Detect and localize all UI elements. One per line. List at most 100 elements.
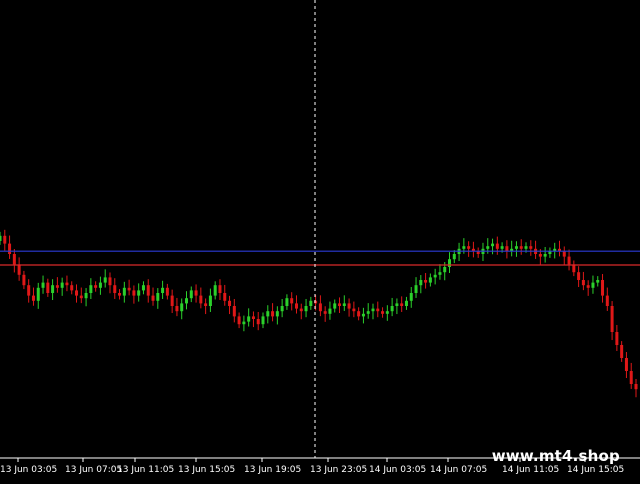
candle-body: [27, 285, 31, 296]
candle-body: [591, 282, 595, 288]
candle-body: [400, 303, 404, 306]
candle-body: [251, 316, 255, 319]
candle-body: [347, 303, 351, 309]
candle-body: [605, 295, 609, 306]
candle-body: [610, 306, 614, 332]
candle-body: [285, 298, 289, 306]
candle-body: [596, 280, 600, 283]
candle-body: [165, 287, 169, 296]
candle-body: [94, 285, 98, 288]
candle-body: [46, 282, 50, 293]
candle-body: [448, 259, 452, 267]
candle-body: [390, 306, 394, 312]
candle-body: [208, 295, 212, 306]
candle-body: [328, 308, 332, 314]
candle-body: [586, 285, 590, 288]
candle-body: [75, 290, 79, 296]
candle-body: [419, 280, 423, 286]
candle-body: [443, 267, 447, 273]
candle-body: [452, 254, 456, 260]
candle-body: [486, 246, 490, 249]
time-tick-label: 13 Jun 23:05: [310, 465, 367, 475]
candle-body: [228, 300, 232, 306]
candle-body: [8, 243, 12, 254]
candle-body: [156, 293, 160, 301]
candle-body: [118, 293, 122, 296]
time-tick-label: 14 Jun 03:05: [369, 465, 426, 475]
candle-body: [629, 371, 633, 384]
candle-body: [180, 303, 184, 312]
candle-body: [438, 272, 442, 275]
candle-body: [519, 246, 523, 249]
candle-body: [12, 254, 16, 265]
candle-body: [514, 246, 518, 249]
time-tick-label: 13 Jun 15:05: [178, 465, 235, 475]
time-tick-label: 14 Jun 15:05: [567, 465, 624, 475]
time-tick-label: 13 Jun 19:05: [244, 465, 301, 475]
candle-body: [79, 295, 83, 299]
candle-body: [577, 272, 581, 280]
candle-body: [247, 316, 251, 322]
chart-canvas: 13 Jun 03:05 13 Jun 07:0513 Jun 11:05 13 J…: [0, 0, 640, 475]
candle-body: [280, 306, 284, 312]
candle-body: [529, 246, 533, 249]
candle-body: [428, 277, 432, 283]
candle-body: [122, 287, 126, 296]
candle-body: [290, 298, 294, 304]
time-tick-label: 13 Jun 11:05: [117, 465, 174, 475]
candle-body: [113, 285, 117, 293]
candle-body: [409, 293, 413, 301]
price-chart[interactable]: 13 Jun 03:05 13 Jun 07:05 13 Jun 11:05 13 J…: [0, 0, 640, 480]
candle-body: [151, 295, 155, 301]
candle-body: [194, 290, 198, 296]
candle-body: [89, 285, 93, 293]
candle-body: [433, 274, 437, 278]
candle-body: [318, 303, 322, 312]
candle-body: [146, 285, 150, 296]
candle-body: [41, 282, 45, 288]
time-tick-label: 14 Jun 07:05: [430, 465, 487, 475]
candle-body: [467, 246, 471, 249]
candle-body: [404, 300, 408, 306]
candle-body: [294, 303, 298, 309]
candle-body: [199, 295, 203, 304]
candle-body: [567, 256, 571, 265]
candle-body: [51, 285, 55, 293]
candle-body: [137, 290, 141, 296]
candle-body: [624, 358, 628, 371]
candle-body: [299, 308, 303, 312]
candle-body: [376, 308, 380, 312]
candle-body: [371, 308, 375, 312]
candle-body: [103, 277, 107, 283]
candle-body: [204, 303, 208, 306]
watermark-text: www.mt4.shop: [491, 447, 620, 465]
candle-body: [237, 316, 241, 325]
candle-body: [127, 287, 131, 291]
candle-body: [0, 235, 2, 241]
candle-body: [271, 311, 275, 317]
candle-body: [634, 384, 638, 390]
candle-body: [108, 277, 112, 286]
candle-body: [256, 319, 260, 325]
candle-body: [70, 285, 74, 291]
candle-body: [323, 311, 327, 314]
candle-body: [84, 293, 88, 299]
candle-body: [175, 306, 179, 312]
candle-body: [615, 332, 619, 345]
candle-body: [213, 285, 217, 296]
candle-body: [65, 282, 69, 286]
candle-body: [309, 300, 313, 306]
candles-group: [0, 229, 638, 398]
candle-body: [495, 243, 499, 249]
candle-body: [381, 311, 385, 314]
candle-body: [55, 285, 59, 288]
candle-body: [161, 287, 165, 293]
candle-body: [524, 246, 528, 249]
candle-body: [184, 298, 188, 304]
candle-body: [3, 235, 7, 244]
candle-body: [36, 287, 40, 301]
candle-body: [352, 308, 356, 312]
candle-body: [462, 246, 466, 249]
candle-body: [491, 243, 495, 247]
candle-body: [98, 282, 102, 288]
